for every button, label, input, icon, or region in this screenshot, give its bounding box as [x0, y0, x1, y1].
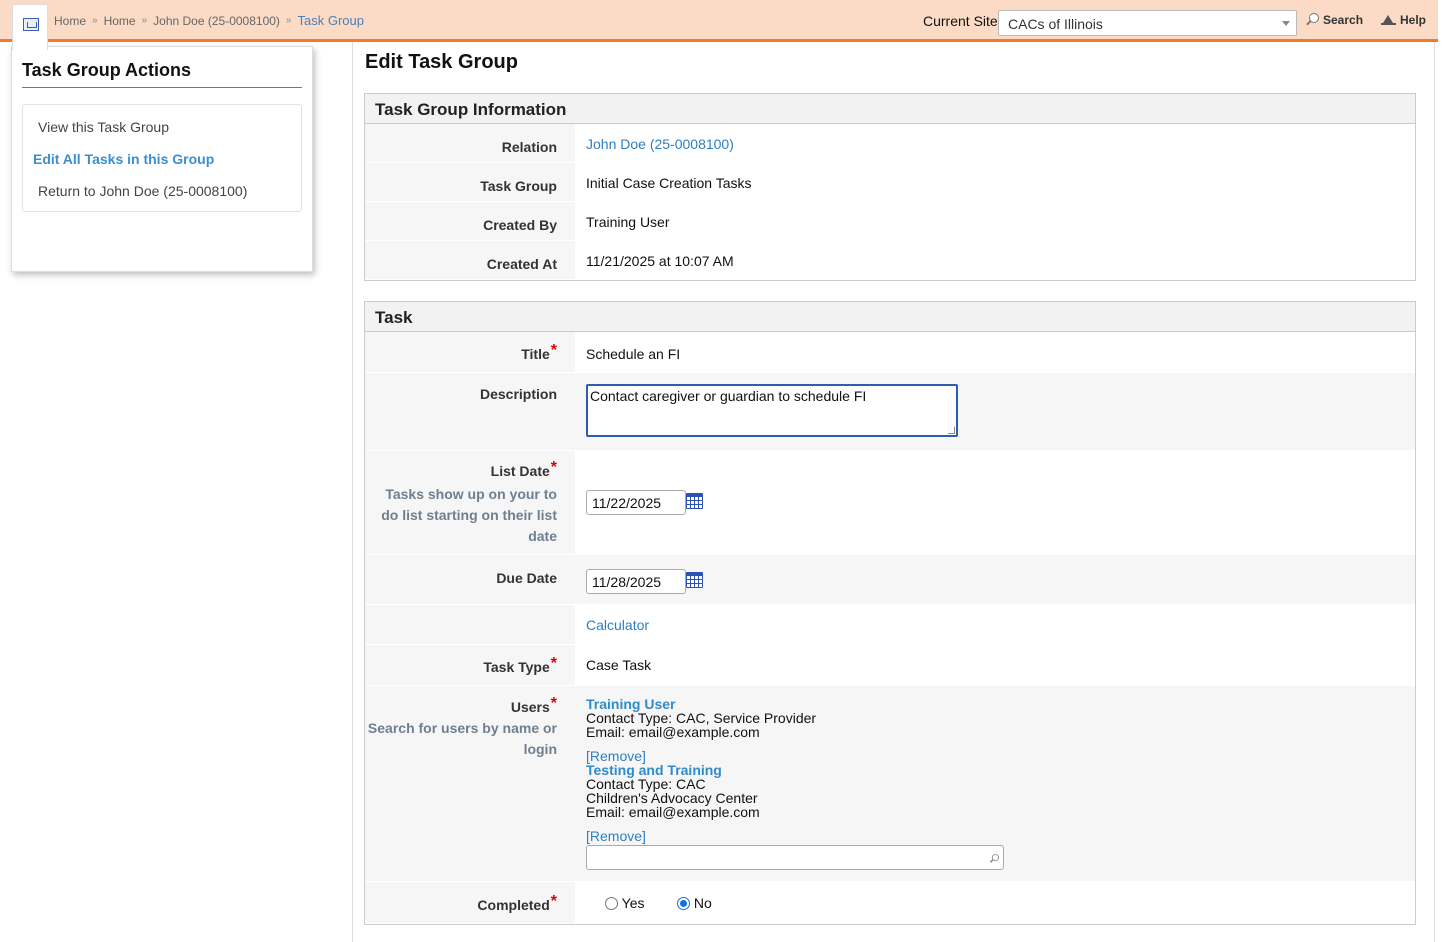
current-site-select[interactable]: CACs of Illinois	[998, 10, 1297, 36]
user-entry: Training User Contact Type: CAC, Service…	[586, 697, 816, 763]
completed-yes-radio[interactable]	[605, 897, 618, 910]
users-label: Users	[510, 699, 550, 715]
user-entry: Testing and Training Contact Type: CAC C…	[586, 763, 760, 843]
task-type-row: Task Type* Case Task	[365, 645, 1415, 686]
task-group-row: Task Group Initial Case Creation Tasks	[365, 163, 1415, 202]
list-date-input[interactable]: 11/22/2025	[586, 490, 686, 515]
due-date-value: 11/28/2025	[592, 574, 662, 590]
sidebar-item-view-task-group[interactable]: View this Task Group	[23, 111, 301, 143]
list-date-row: List Date* Tasks show up on your to do l…	[365, 451, 1415, 555]
task-group-information-section: Task Group Information Relation John Doe…	[364, 93, 1416, 281]
due-date-input[interactable]: 11/28/2025	[586, 569, 686, 594]
due-date-label: Due Date	[496, 570, 557, 586]
due-date-row: Due Date 11/28/2025	[365, 555, 1415, 605]
calculator-row: Calculator	[365, 605, 1415, 645]
relation-label: Relation	[501, 139, 557, 155]
created-by-label: Created By	[483, 217, 557, 233]
created-at-row: Created At 11/21/2025 at 10:07 AM	[365, 241, 1415, 280]
help-label: Help	[1400, 13, 1427, 27]
breadcrumb-current: Task Group	[297, 13, 364, 28]
completed-no-option[interactable]: No	[677, 895, 712, 911]
task-group-actions-panel: Task Group Actions View this Task Group …	[11, 46, 313, 272]
breadcrumb-home-2[interactable]: Home	[104, 14, 136, 28]
description-value: Contact caregiver or guardian to schedul…	[590, 388, 867, 404]
relation-link[interactable]: John Doe (25-0008100)	[586, 136, 734, 152]
created-at-label: Created At	[486, 256, 557, 272]
current-site-value: CACs of Illinois	[1008, 16, 1103, 32]
page-title: Edit Task Group	[365, 51, 518, 73]
task-section: Task Title* Schedule an FI Description C…	[364, 301, 1416, 925]
completed-row: Completed* Yes No	[365, 882, 1415, 924]
required-marker: *	[550, 893, 557, 910]
chevron-down-icon	[1282, 21, 1290, 26]
title-row: Title* Schedule an FI	[365, 332, 1415, 373]
remove-user-link[interactable]: [Remove]	[586, 828, 646, 844]
user-search-input[interactable]	[586, 845, 1004, 870]
list-date-label: List Date	[490, 463, 550, 479]
sidebar-item-edit-all-tasks[interactable]: Edit All Tasks in this Group	[23, 143, 301, 175]
completed-no-radio[interactable]	[677, 897, 690, 910]
current-site-label: Current Site	[923, 13, 998, 29]
breadcrumb-separator: »	[92, 15, 98, 26]
list-date-value: 11/22/2025	[592, 495, 662, 511]
search-label: Search	[1323, 13, 1364, 27]
created-by-value: Training User	[586, 214, 670, 230]
sidebar-actions-list: View this Task Group Edit All Tasks in t…	[22, 104, 302, 212]
calculator-link[interactable]: Calculator	[586, 617, 649, 633]
created-at-value: 11/21/2025 at 10:07 AM	[586, 253, 734, 269]
search-icon	[989, 854, 999, 864]
required-marker: *	[550, 342, 557, 359]
task-group-value: Initial Case Creation Tasks	[586, 175, 752, 191]
user-email: Email: email@example.com	[586, 724, 760, 740]
help-icon	[1381, 15, 1396, 25]
main-content: Edit Task Group Task Group Information R…	[352, 42, 1435, 942]
sidebar-title: Task Group Actions	[22, 60, 302, 88]
required-marker: *	[550, 459, 557, 476]
top-bar: Home » Home » John Doe (25-0008100) » Ta…	[0, 0, 1438, 42]
help-link[interactable]: Help	[1381, 13, 1426, 27]
task-type-label: Task Type	[483, 659, 550, 675]
calendar-icon[interactable]	[686, 493, 703, 509]
section-title: Task Group Information	[365, 94, 1415, 124]
search-link[interactable]: Search	[1305, 13, 1363, 27]
created-by-row: Created By Training User	[365, 202, 1415, 241]
users-row: Users* Search for users by name or login…	[365, 686, 1415, 882]
completed-no-label: No	[693, 895, 712, 911]
breadcrumb-separator: »	[141, 15, 148, 26]
home-logo-icon	[23, 18, 39, 31]
breadcrumb-person[interactable]: John Doe (25-0008100)	[153, 14, 280, 28]
title-label: Title	[521, 346, 550, 362]
completed-label: Completed	[477, 897, 550, 913]
resize-handle-icon[interactable]	[948, 427, 955, 434]
required-marker: *	[550, 695, 557, 712]
breadcrumb-home-1[interactable]: Home	[54, 14, 86, 28]
sidebar-item-return-to-person[interactable]: Return to John Doe (25-0008100)	[23, 175, 301, 207]
search-icon	[1305, 13, 1319, 27]
title-value: Schedule an FI	[586, 346, 681, 362]
task-group-label: Task Group	[480, 178, 557, 194]
calendar-icon[interactable]	[686, 572, 703, 588]
description-textarea[interactable]: Contact caregiver or guardian to schedul…	[586, 384, 958, 437]
required-marker: *	[550, 655, 557, 672]
breadcrumb: Home » Home » John Doe (25-0008100) » Ta…	[54, 13, 364, 28]
completed-yes-option[interactable]: Yes	[605, 895, 644, 911]
completed-yes-label: Yes	[621, 895, 645, 911]
relation-row: Relation John Doe (25-0008100)	[365, 124, 1415, 163]
users-hint: Search for users by name or login	[367, 720, 557, 757]
task-type-value: Case Task	[586, 657, 652, 673]
description-row: Description Contact caregiver or guardia…	[365, 373, 1415, 451]
breadcrumb-separator: »	[285, 15, 292, 26]
user-email: Email: email@example.com	[586, 804, 760, 820]
list-date-hint: Tasks show up on your to do list startin…	[381, 486, 557, 544]
home-tab[interactable]	[12, 4, 48, 50]
section-title: Task	[365, 302, 1415, 332]
description-label: Description	[479, 386, 557, 402]
